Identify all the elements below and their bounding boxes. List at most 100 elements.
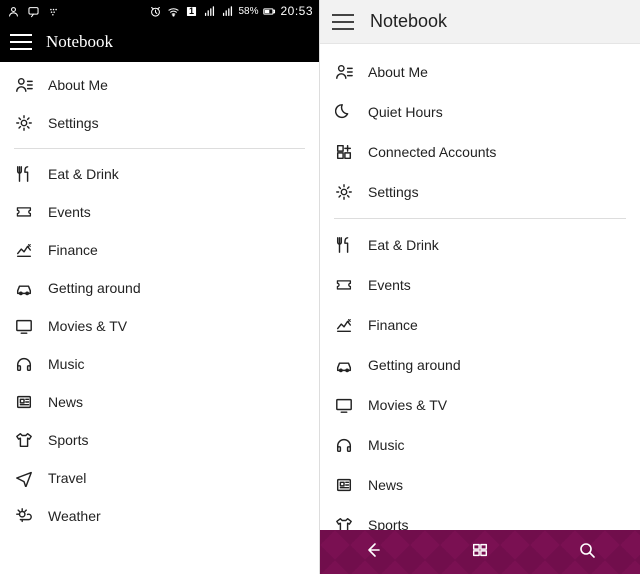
jersey-icon bbox=[14, 430, 34, 450]
nav-search-button[interactable] bbox=[533, 530, 640, 574]
wifi-status-icon bbox=[166, 4, 180, 18]
bbm-status-icon bbox=[46, 4, 60, 18]
page-title: Notebook bbox=[370, 11, 447, 32]
row-sports[interactable]: Sports bbox=[0, 421, 319, 459]
row-weather[interactable]: Weather bbox=[0, 497, 319, 535]
row-label: Movies & TV bbox=[48, 318, 127, 334]
row-events[interactable]: Events bbox=[0, 193, 319, 231]
row-travel[interactable]: Travel bbox=[0, 459, 319, 497]
row-label: Sports bbox=[48, 432, 88, 448]
plane-icon bbox=[14, 468, 34, 488]
row-label: Travel bbox=[48, 470, 86, 486]
row-label: Settings bbox=[48, 115, 99, 131]
row-music[interactable]: Music bbox=[0, 345, 319, 383]
chat-status-icon bbox=[26, 4, 40, 18]
car-icon bbox=[14, 278, 34, 298]
menu-button[interactable] bbox=[10, 34, 32, 50]
car-icon bbox=[334, 355, 354, 375]
android-status-bar: 1 58% 20:53 bbox=[0, 0, 319, 22]
menu-button[interactable] bbox=[332, 14, 354, 30]
row-events[interactable]: Events bbox=[320, 265, 640, 305]
row-settings[interactable]: Settings bbox=[0, 104, 319, 142]
row-label: Music bbox=[48, 356, 85, 372]
alarm-status-icon bbox=[148, 4, 162, 18]
weather-icon bbox=[14, 506, 34, 526]
nav-home-button[interactable] bbox=[427, 530, 534, 574]
row-label: Finance bbox=[368, 317, 418, 333]
row-about-me[interactable]: About Me bbox=[320, 52, 640, 92]
row-label: Movies & TV bbox=[368, 397, 447, 413]
moon-icon bbox=[334, 102, 354, 122]
battery-status-icon bbox=[262, 4, 276, 18]
row-eat-drink[interactable]: Eat & Drink bbox=[320, 225, 640, 265]
ticket-icon bbox=[14, 202, 34, 222]
row-finance[interactable]: Finance bbox=[320, 305, 640, 345]
battery-percent: 58% bbox=[238, 6, 258, 17]
row-music[interactable]: Music bbox=[320, 425, 640, 465]
ticket-icon bbox=[334, 275, 354, 295]
chart-icon bbox=[14, 240, 34, 260]
row-eat-drink[interactable]: Eat & Drink bbox=[0, 155, 319, 193]
row-label: Finance bbox=[48, 242, 98, 258]
person-list-icon bbox=[14, 75, 34, 95]
tv-icon bbox=[334, 395, 354, 415]
row-news[interactable]: News bbox=[320, 465, 640, 505]
row-label: News bbox=[368, 477, 403, 493]
row-finance[interactable]: Finance bbox=[0, 231, 319, 269]
row-label: Weather bbox=[48, 508, 101, 524]
nav-back-button[interactable] bbox=[320, 530, 427, 574]
row-label: About Me bbox=[368, 64, 428, 80]
row-label: Music bbox=[368, 437, 405, 453]
page-title: Notebook bbox=[46, 32, 113, 52]
row-quiet-hours[interactable]: Quiet Hours bbox=[320, 92, 640, 132]
row-getting-around[interactable]: Getting around bbox=[320, 345, 640, 385]
signal-status-icon bbox=[202, 4, 216, 18]
right-screenshot: Notebook About Me Quiet Hours Connected … bbox=[320, 0, 640, 574]
headphones-icon bbox=[14, 354, 34, 374]
cutlery-icon bbox=[14, 164, 34, 184]
row-label: Eat & Drink bbox=[48, 166, 119, 182]
tv-icon bbox=[14, 316, 34, 336]
notebook-list-left: About Me Settings Eat & Drink Events Fin… bbox=[0, 62, 319, 541]
row-about-me[interactable]: About Me bbox=[0, 66, 319, 104]
newspaper-icon bbox=[14, 392, 34, 412]
row-movies-tv[interactable]: Movies & TV bbox=[320, 385, 640, 425]
row-label: Eat & Drink bbox=[368, 237, 439, 253]
row-label: News bbox=[48, 394, 83, 410]
windows-icon bbox=[471, 541, 489, 564]
contact-status-icon bbox=[6, 4, 20, 18]
sim-number: 1 bbox=[184, 4, 198, 18]
cutlery-icon bbox=[334, 235, 354, 255]
row-label: Settings bbox=[368, 184, 419, 200]
person-list-icon bbox=[334, 62, 354, 82]
newspaper-icon bbox=[334, 475, 354, 495]
sim-status-icon: 1 bbox=[184, 4, 198, 18]
row-movies-tv[interactable]: Movies & TV bbox=[0, 307, 319, 345]
left-screenshot: 1 58% 20:53 Notebook About Me Settin bbox=[0, 0, 320, 574]
section-divider bbox=[334, 218, 626, 219]
row-label: Events bbox=[368, 277, 411, 293]
row-connected-accounts[interactable]: Connected Accounts bbox=[320, 132, 640, 172]
signal2-status-icon bbox=[220, 4, 234, 18]
chart-icon bbox=[334, 315, 354, 335]
gear-icon bbox=[14, 113, 34, 133]
row-settings[interactable]: Settings bbox=[320, 172, 640, 212]
row-getting-around[interactable]: Getting around bbox=[0, 269, 319, 307]
row-news[interactable]: News bbox=[0, 383, 319, 421]
headphones-icon bbox=[334, 435, 354, 455]
row-label: Events bbox=[48, 204, 91, 220]
app-header-left: Notebook bbox=[0, 22, 319, 62]
app-header-right: Notebook bbox=[320, 0, 640, 44]
section-divider bbox=[14, 148, 305, 149]
row-label: About Me bbox=[48, 77, 108, 93]
row-label: Connected Accounts bbox=[368, 144, 496, 160]
row-label: Getting around bbox=[368, 357, 461, 373]
row-label: Quiet Hours bbox=[368, 104, 443, 120]
clock-text: 20:53 bbox=[280, 4, 313, 18]
search-icon bbox=[577, 540, 597, 565]
windows-nav-bar bbox=[320, 530, 640, 574]
row-label: Getting around bbox=[48, 280, 141, 296]
back-icon bbox=[363, 540, 383, 565]
gear-icon bbox=[334, 182, 354, 202]
grid-plus-icon bbox=[334, 142, 354, 162]
